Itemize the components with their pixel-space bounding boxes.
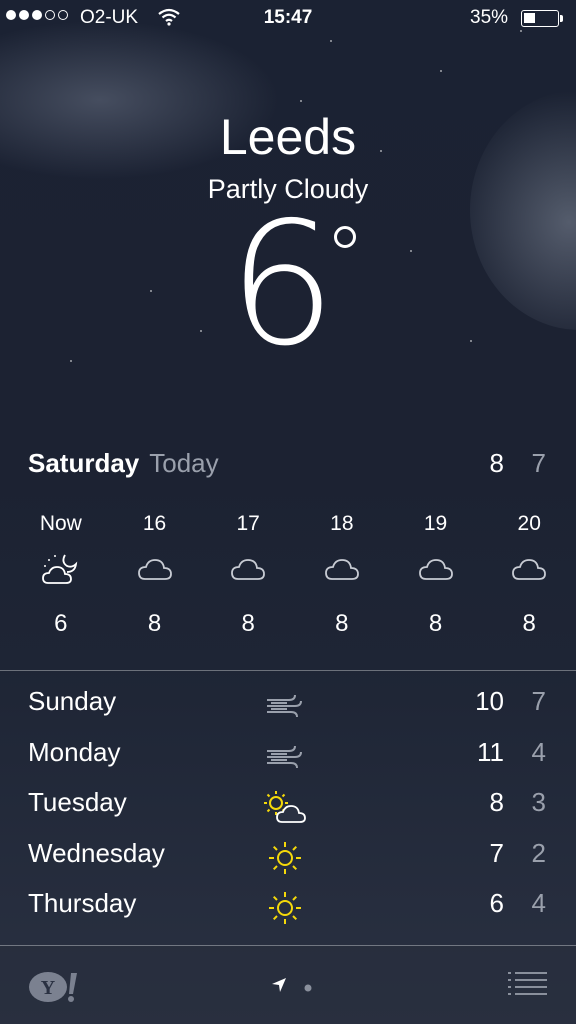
hour-label: 18 xyxy=(330,512,354,535)
hourly-forecast[interactable]: Now 6 16 8 17 8 18 8 19 8 20 8 xyxy=(14,512,576,638)
daily-row: Wednesday 7 2 xyxy=(28,836,548,887)
today-summary-row: Saturday Today 8 7 xyxy=(28,448,548,484)
list-menu-icon[interactable] xyxy=(508,970,548,1003)
hour-temperature: 8 xyxy=(522,610,536,637)
daily-row: Thursday 6 4 xyxy=(28,886,548,937)
day-high: 7 xyxy=(489,837,504,868)
wind-icon xyxy=(260,735,310,779)
day-low: 3 xyxy=(531,787,546,817)
hour-temperature: 8 xyxy=(241,610,255,637)
page-indicator-dot[interactable] xyxy=(304,979,312,997)
daily-row: Sunday 10 7 xyxy=(28,684,548,735)
sun-icon xyxy=(260,836,310,880)
daily-forecast: Sunday 10 7 Monday 11 4 Tuesday 8 3 Wednesday 7 2 Th… xyxy=(28,684,548,937)
day-name: Thursday xyxy=(28,888,137,918)
degree-symbol-icon xyxy=(334,226,356,248)
hourly-bottom-divider xyxy=(0,670,576,671)
hour-label: 16 xyxy=(142,512,167,535)
cloud-icon xyxy=(389,546,483,592)
battery-icon xyxy=(521,10,559,27)
hourly-item: 20 8 xyxy=(482,512,576,638)
cloud-icon xyxy=(201,546,295,592)
day-name: Tuesday xyxy=(28,787,127,817)
day-name: Sunday xyxy=(28,686,117,716)
day-low: 4 xyxy=(531,888,546,918)
page-navigation xyxy=(270,976,312,999)
sun-icon xyxy=(260,886,310,930)
cloud-icon xyxy=(482,546,576,592)
yahoo-logo-icon[interactable]: Y xyxy=(28,970,80,1009)
day-name: Wednesday xyxy=(28,837,165,868)
wind-icon xyxy=(260,684,310,728)
day-name: Monday xyxy=(28,736,121,767)
day-high: 11 xyxy=(477,736,504,767)
cloud-icon xyxy=(295,546,389,592)
daily-row: Tuesday 8 3 xyxy=(28,785,548,836)
day-low: 4 xyxy=(531,736,546,767)
hourly-top-divider xyxy=(0,504,576,505)
hour-label: 20 xyxy=(517,512,541,535)
day-high: 10 xyxy=(475,686,504,716)
hour-temperature: 8 xyxy=(147,610,162,637)
daily-row: Monday 11 4 xyxy=(28,735,548,786)
hour-label: Now xyxy=(39,512,82,535)
hour-temperature: 6 xyxy=(54,610,68,637)
hourly-item: 18 8 xyxy=(295,512,389,638)
current-temperature: 6 xyxy=(228,186,336,384)
partly-sunny-icon xyxy=(260,785,310,829)
battery-tip xyxy=(560,15,563,22)
hour-temperature: 8 xyxy=(428,610,443,637)
cloud-icon xyxy=(108,546,202,592)
hourly-item: Now 6 xyxy=(14,512,108,638)
hour-temperature: 8 xyxy=(335,610,349,637)
location-arrow-icon[interactable] xyxy=(270,976,288,999)
battery-percentage: 35% xyxy=(470,7,509,28)
day-low: 2 xyxy=(531,837,546,868)
status-bar: O2-UK 15:47 35% xyxy=(0,0,576,40)
today-low: 7 xyxy=(531,448,546,478)
hourly-item: 19 8 xyxy=(389,512,483,638)
today-day-name: Saturday xyxy=(28,448,140,478)
svg-text:Y: Y xyxy=(41,977,56,999)
hour-label: 17 xyxy=(236,512,260,535)
city-name: Leeds xyxy=(219,109,357,165)
day-low: 7 xyxy=(531,686,546,716)
today-high: 8 xyxy=(489,448,504,478)
today-label: Today xyxy=(149,448,219,478)
day-high: 8 xyxy=(489,787,504,817)
hourly-item: 16 8 xyxy=(108,512,202,638)
hourly-item: 17 8 xyxy=(201,512,295,638)
day-high: 6 xyxy=(489,888,504,918)
partly-cloudy-night-icon xyxy=(14,546,108,592)
hour-label: 19 xyxy=(423,512,448,535)
